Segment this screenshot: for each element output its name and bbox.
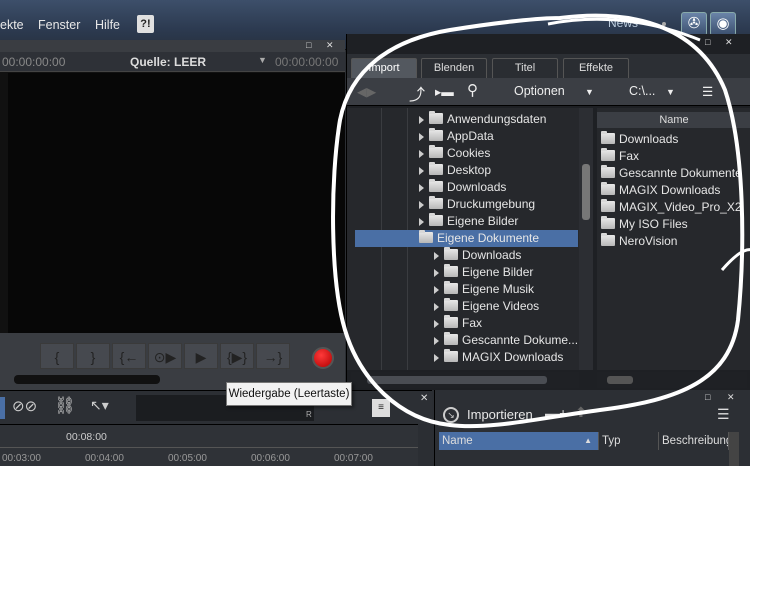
annotation-circle	[331, 13, 753, 429]
